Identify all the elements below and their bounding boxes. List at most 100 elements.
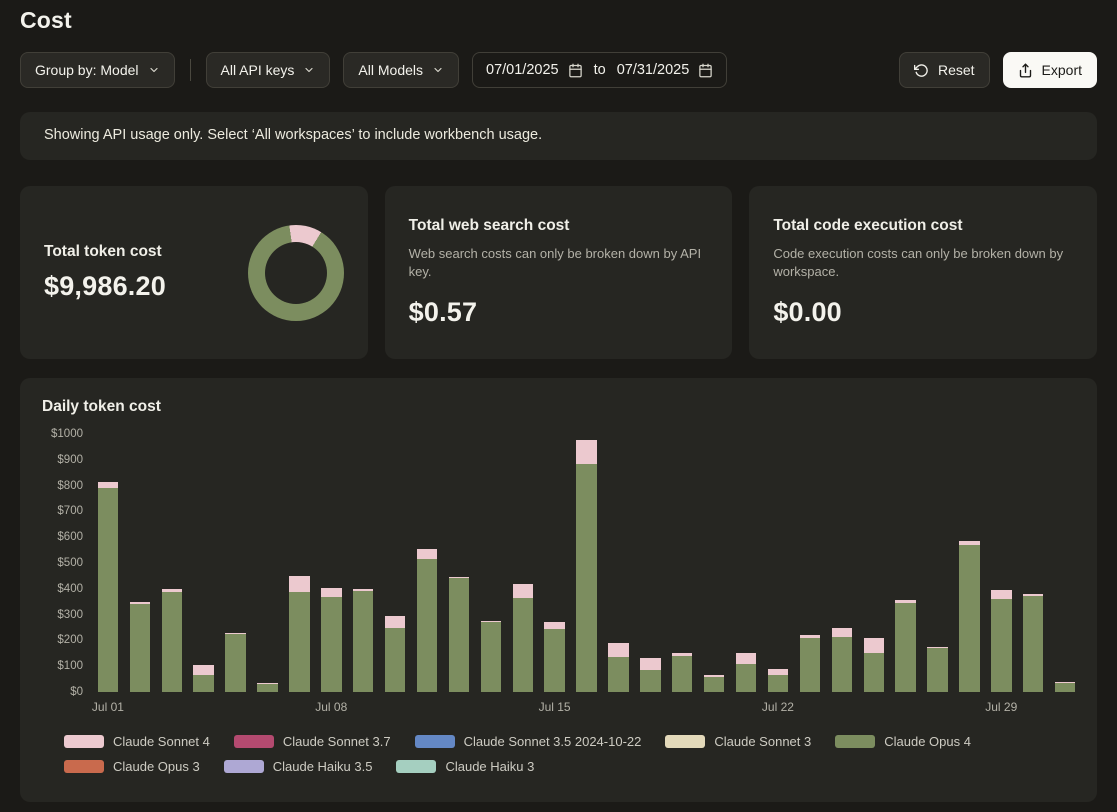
chevron-down-icon bbox=[432, 64, 444, 76]
bar-jul-17[interactable] bbox=[603, 434, 635, 692]
stacked-bar bbox=[864, 434, 884, 692]
calendar-icon[interactable] bbox=[698, 63, 713, 78]
stacked-bar bbox=[257, 434, 277, 692]
legend-item-claude-opus-4: Claude Opus 4 bbox=[835, 734, 971, 749]
stacked-bar bbox=[225, 434, 245, 692]
bar-jul-03[interactable] bbox=[156, 434, 188, 692]
bar-jul-13[interactable] bbox=[475, 434, 507, 692]
bar-jul-04[interactable] bbox=[188, 434, 220, 692]
code-exec-cost-title: Total code execution cost bbox=[773, 217, 1073, 235]
stacked-bar bbox=[321, 434, 341, 692]
legend-swatch bbox=[396, 760, 436, 773]
bar-jul-29[interactable] bbox=[985, 434, 1017, 692]
bar-segment bbox=[640, 670, 660, 692]
bar-segment bbox=[608, 657, 628, 692]
group-by-label: Group by: Model bbox=[35, 62, 139, 78]
daily-token-cost-card: Daily token cost $0$100$200$300$400$500$… bbox=[20, 378, 1097, 802]
bar-segment bbox=[193, 665, 213, 675]
bar-jul-12[interactable] bbox=[443, 434, 475, 692]
stacked-bar bbox=[895, 434, 915, 692]
code-exec-cost-desc: Code execution costs can only be broken … bbox=[773, 245, 1073, 280]
bar-jul-14[interactable] bbox=[507, 434, 539, 692]
bar-jul-05[interactable] bbox=[220, 434, 252, 692]
stacked-bar bbox=[130, 434, 150, 692]
group-by-dropdown[interactable]: Group by: Model bbox=[20, 52, 175, 88]
models-dropdown[interactable]: All Models bbox=[343, 52, 459, 88]
stacked-bar bbox=[449, 434, 469, 692]
date-to-field[interactable]: 07/31/2025 bbox=[617, 62, 690, 78]
chart-title: Daily token cost bbox=[42, 398, 1081, 416]
bar-jul-08[interactable] bbox=[315, 434, 347, 692]
total-code-exec-cost-card: Total code execution cost Code execution… bbox=[749, 186, 1097, 359]
stacked-bar bbox=[768, 434, 788, 692]
legend-label: Claude Opus 3 bbox=[113, 759, 200, 774]
bar-jul-24[interactable] bbox=[826, 434, 858, 692]
total-token-cost-title: Total token cost bbox=[44, 243, 166, 261]
bar-jul-21[interactable] bbox=[730, 434, 762, 692]
stacked-bar bbox=[513, 434, 533, 692]
bar-segment bbox=[832, 637, 852, 692]
calendar-icon[interactable] bbox=[568, 63, 583, 78]
legend-label: Claude Sonnet 3 bbox=[714, 734, 811, 749]
date-from-field[interactable]: 07/01/2025 bbox=[486, 62, 559, 78]
api-keys-dropdown[interactable]: All API keys bbox=[206, 52, 331, 88]
bar-jul-06[interactable] bbox=[252, 434, 284, 692]
bar-jul-10[interactable] bbox=[379, 434, 411, 692]
bar-segment bbox=[832, 628, 852, 637]
bar-jul-26[interactable] bbox=[890, 434, 922, 692]
bar-jul-07[interactable] bbox=[283, 434, 315, 692]
bar-segment bbox=[736, 664, 756, 692]
bar-jul-15[interactable] bbox=[539, 434, 571, 692]
bar-jul-16[interactable] bbox=[571, 434, 603, 692]
bar-segment bbox=[544, 629, 564, 692]
y-axis-label: $700 bbox=[57, 505, 83, 517]
stacked-bar bbox=[704, 434, 724, 692]
bar-segment bbox=[417, 559, 437, 692]
bar-jul-30[interactable] bbox=[1017, 434, 1049, 692]
export-label: Export bbox=[1042, 62, 1082, 78]
bar-jul-31[interactable] bbox=[1049, 434, 1081, 692]
stacked-bar bbox=[481, 434, 501, 692]
bar-segment bbox=[736, 653, 756, 663]
legend-swatch bbox=[224, 760, 264, 773]
bar-jul-27[interactable] bbox=[922, 434, 954, 692]
bar-segment bbox=[864, 638, 884, 653]
stacked-bar bbox=[959, 434, 979, 692]
total-token-cost-content: Total token cost $9,986.20 bbox=[44, 243, 166, 302]
bar-jul-18[interactable] bbox=[634, 434, 666, 692]
bar-jul-23[interactable] bbox=[794, 434, 826, 692]
bar-jul-02[interactable] bbox=[124, 434, 156, 692]
web-search-cost-desc: Web search costs can only be broken down… bbox=[409, 245, 709, 280]
bar-segment bbox=[385, 628, 405, 693]
date-range-picker[interactable]: 07/01/2025 to 07/31/2025 bbox=[472, 52, 727, 88]
bar-jul-22[interactable] bbox=[762, 434, 794, 692]
bar-jul-09[interactable] bbox=[347, 434, 379, 692]
info-banner-text: Showing API usage only. Select ‘All work… bbox=[44, 127, 542, 143]
api-keys-label: All API keys bbox=[221, 62, 295, 78]
bar-segment bbox=[1023, 596, 1043, 692]
token-cost-donut bbox=[248, 225, 344, 321]
daily-token-cost-chart: $0$100$200$300$400$500$600$700$800$900$1… bbox=[36, 434, 1081, 692]
legend-label: Claude Haiku 3.5 bbox=[273, 759, 373, 774]
bar-segment bbox=[289, 592, 309, 692]
bar-jul-20[interactable] bbox=[698, 434, 730, 692]
bar-segment bbox=[991, 599, 1011, 692]
export-icon bbox=[1018, 63, 1033, 78]
y-axis-label: $1000 bbox=[51, 428, 83, 440]
bar-jul-25[interactable] bbox=[858, 434, 890, 692]
bar-jul-01[interactable] bbox=[92, 434, 124, 692]
stat-cards: Total token cost $9,986.20 Total web sea… bbox=[20, 186, 1097, 359]
x-axis-label: Jul 15 bbox=[539, 700, 571, 714]
bar-jul-19[interactable] bbox=[666, 434, 698, 692]
export-button[interactable]: Export bbox=[1003, 52, 1097, 88]
legend-swatch bbox=[835, 735, 875, 748]
reset-button[interactable]: Reset bbox=[899, 52, 990, 88]
stacked-bar bbox=[289, 434, 309, 692]
stacked-bar bbox=[927, 434, 947, 692]
bars-layer bbox=[92, 434, 1081, 692]
bar-jul-28[interactable] bbox=[953, 434, 985, 692]
y-axis-label: $500 bbox=[57, 557, 83, 569]
bar-jul-11[interactable] bbox=[411, 434, 443, 692]
web-search-cost-title: Total web search cost bbox=[409, 217, 709, 235]
bar-segment bbox=[576, 464, 596, 692]
